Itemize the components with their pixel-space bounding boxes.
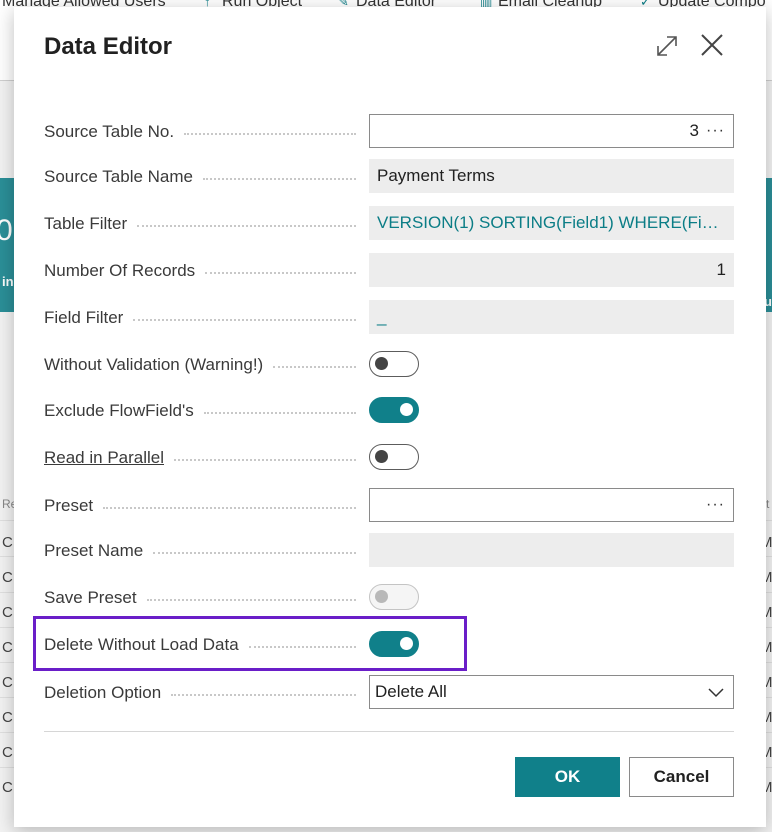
field-filter-field[interactable]: _ xyxy=(369,300,734,334)
data-editor-dialog: Data Editor Source Table No. 3 ··· Sourc… xyxy=(14,7,766,827)
table-filter-field[interactable]: VERSION(1) SORTING(Field1) WHERE(Field1.… xyxy=(369,206,734,240)
source-table-name-field: Payment Terms xyxy=(369,159,734,193)
toggle-knob xyxy=(400,403,413,416)
bg-cell: C xyxy=(2,674,13,691)
bg-cell: C xyxy=(2,709,13,726)
row-exclude-flowfields: Exclude FlowField's xyxy=(44,393,734,429)
row-field-filter: Field Filter _ xyxy=(44,300,734,336)
delete-without-load-data-toggle[interactable] xyxy=(369,631,419,657)
field-label: Preset Name xyxy=(44,533,356,569)
exclude-flowfields-toggle[interactable] xyxy=(369,397,419,423)
field-label[interactable]: Read in Parallel xyxy=(44,440,356,476)
bg-cell: C xyxy=(2,639,13,656)
close-button[interactable] xyxy=(698,31,726,59)
bg-cell: C xyxy=(2,534,13,551)
cancel-button[interactable]: Cancel xyxy=(629,757,734,797)
field-label: Deletion Option xyxy=(44,675,356,711)
row-number-of-records: Number Of Records 1 xyxy=(44,253,734,289)
row-source-table-name: Source Table Name Payment Terms xyxy=(44,159,734,195)
field-label: Number Of Records xyxy=(44,253,356,289)
toggle-knob xyxy=(375,590,388,603)
field-label: Preset xyxy=(44,488,356,524)
row-read-in-parallel: Read in Parallel xyxy=(44,440,734,476)
row-deletion-option: Deletion Option Delete All xyxy=(44,675,734,711)
toggle-knob xyxy=(375,450,388,463)
bg-cell: C xyxy=(2,744,13,761)
number-of-records-value: 1 xyxy=(716,260,726,279)
field-label: Table Filter xyxy=(44,206,356,242)
preset-name-field xyxy=(369,533,734,567)
tile-left-value: 0 xyxy=(0,214,13,247)
footer-divider xyxy=(44,731,734,732)
field-label: Source Table No. xyxy=(44,114,356,150)
row-without-validation: Without Validation (Warning!) xyxy=(44,347,734,383)
bg-cell: C xyxy=(2,779,13,796)
number-of-records-field: 1 xyxy=(369,253,734,287)
field-label: Exclude FlowField's xyxy=(44,393,356,429)
field-filter-link[interactable]: _ xyxy=(377,307,386,327)
without-validation-toggle[interactable] xyxy=(369,351,419,377)
field-label: Delete Without Load Data xyxy=(44,627,356,663)
source-table-no-input[interactable]: 3 ··· xyxy=(369,114,734,148)
table-filter-link[interactable]: VERSION(1) SORTING(Field1) WHERE(Field1.… xyxy=(377,213,726,233)
dialog-title: Data Editor xyxy=(44,33,173,60)
toggle-knob xyxy=(375,357,388,370)
row-table-filter: Table Filter VERSION(1) SORTING(Field1) … xyxy=(44,206,734,242)
field-label: Save Preset xyxy=(44,580,356,616)
background-tile-left: 0 in xyxy=(0,178,14,312)
preset-input[interactable]: ··· xyxy=(369,488,734,522)
row-source-table-no: Source Table No. 3 ··· xyxy=(44,114,734,150)
expand-button[interactable] xyxy=(654,33,680,59)
deletion-option-value: Delete All xyxy=(375,682,447,701)
row-save-preset: Save Preset xyxy=(44,580,734,616)
read-in-parallel-toggle[interactable] xyxy=(369,444,419,470)
bg-cell: C xyxy=(2,604,13,621)
expand-icon xyxy=(657,36,677,56)
source-table-name-value: Payment Terms xyxy=(377,166,495,185)
chevron-down-icon xyxy=(708,688,724,698)
deletion-option-select[interactable]: Delete All xyxy=(369,675,734,709)
toggle-knob xyxy=(400,637,413,650)
field-label: Source Table Name xyxy=(44,159,356,195)
close-icon xyxy=(701,34,723,56)
ok-button[interactable]: OK xyxy=(515,757,620,797)
preset-lookup-button[interactable]: ··· xyxy=(699,496,725,514)
row-preset: Preset ··· xyxy=(44,488,734,524)
bg-cell: C xyxy=(2,569,13,586)
source-table-no-value: 3 xyxy=(689,121,699,140)
save-preset-toggle xyxy=(369,584,419,610)
source-table-lookup-button[interactable]: ··· xyxy=(699,122,725,140)
row-delete-without-load-data: Delete Without Load Data xyxy=(44,627,734,663)
field-label: Field Filter xyxy=(44,300,356,336)
row-preset-name: Preset Name xyxy=(44,533,734,569)
tile-left-caption: in xyxy=(2,274,14,289)
field-label: Without Validation (Warning!) xyxy=(44,347,356,383)
